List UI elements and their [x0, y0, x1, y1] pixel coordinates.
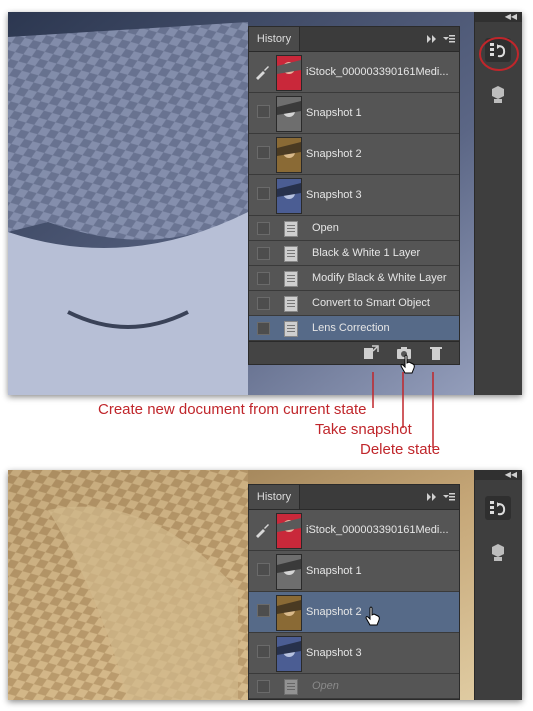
state-label: Open — [312, 680, 339, 692]
history-brush-icon[interactable] — [254, 522, 270, 538]
snapshot-label: Snapshot 1 — [306, 565, 362, 577]
snapshot-row-selected[interactable]: Snapshot 2 — [249, 592, 459, 633]
3d-panel-icon[interactable] — [485, 540, 511, 564]
history-brush-source-box[interactable] — [257, 680, 270, 693]
panel-menu-icon[interactable] — [442, 490, 456, 504]
callout-new-document: Create new document from current state — [98, 401, 367, 418]
panel-header: History — [249, 485, 459, 510]
history-panel-icon[interactable] — [485, 496, 511, 520]
collapse-arrows-icon[interactable] — [425, 490, 439, 504]
history-brush-source-box[interactable] — [257, 563, 270, 576]
history-panel: History iStock_000003390161Medi... Snaps… — [248, 484, 460, 700]
panel-dock: ◀◀ — [474, 470, 522, 700]
snapshot-thumbnail — [276, 595, 302, 631]
snapshot-row[interactable]: Snapshot 3 — [249, 633, 459, 674]
tab-history[interactable]: History — [249, 485, 300, 509]
history-brush-source-box[interactable] — [257, 645, 270, 658]
history-state-row-dimmed[interactable]: Open — [249, 674, 459, 699]
callout-take-snapshot: Take snapshot — [315, 421, 412, 438]
snapshot-label: iStock_000003390161Medi... — [306, 524, 449, 536]
source-snapshot-row[interactable]: iStock_000003390161Medi... — [249, 510, 459, 551]
screenshot-bottom: History iStock_000003390161Medi... Snaps… — [8, 470, 522, 700]
snapshot-thumbnail — [276, 513, 302, 549]
snapshot-thumbnail — [276, 554, 302, 590]
snapshot-row[interactable]: Snapshot 1 — [249, 551, 459, 592]
document-state-icon — [284, 679, 298, 695]
collapse-arrows-icon[interactable]: ◀◀ — [505, 470, 517, 480]
snapshot-label: Snapshot 3 — [306, 647, 362, 659]
snapshot-thumbnail — [276, 636, 302, 672]
hand-cursor-icon — [365, 606, 380, 626]
callout-delete-state: Delete state — [360, 441, 441, 458]
snapshot-label: Snapshot 2 — [306, 606, 362, 618]
history-brush-source-box[interactable] — [257, 604, 270, 617]
